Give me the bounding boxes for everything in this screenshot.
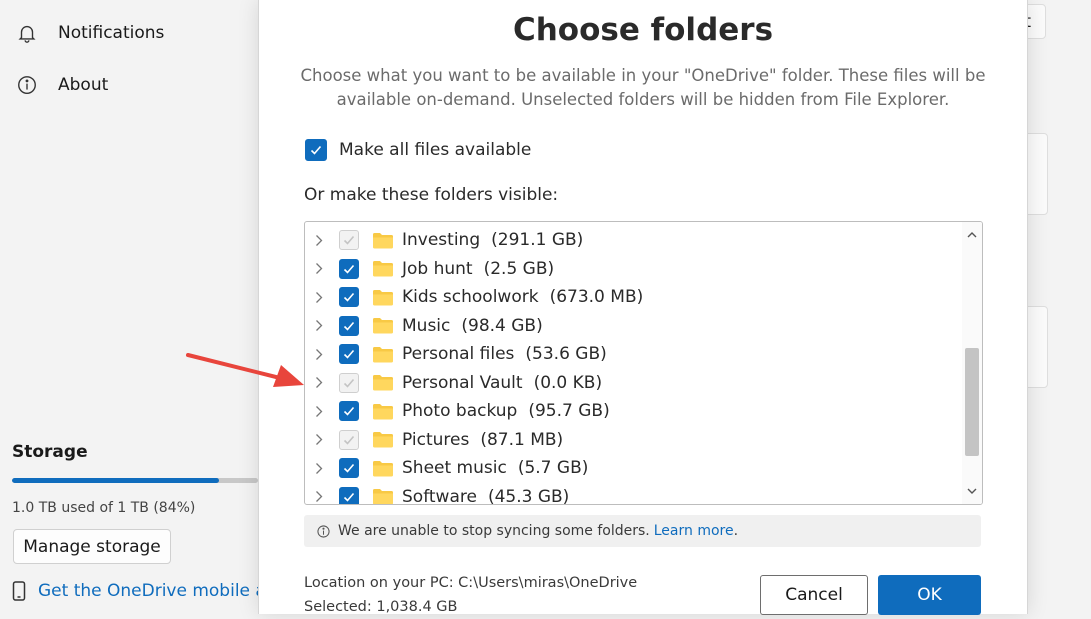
chevron-right-icon[interactable]	[311, 234, 327, 247]
folder-list[interactable]: Investing (291.1 GB) Job hunt (2.5 GB) Kids …	[304, 221, 983, 505]
storage-heading: Storage	[12, 442, 88, 462]
folder-size: (45.3 GB)	[487, 486, 570, 505]
make-all-files-available-label: Make all files available	[339, 140, 532, 160]
annotation-arrow-icon	[186, 353, 304, 387]
folder-name: Investing	[402, 230, 481, 251]
location-info: Location on your PC: C:\Users\miras\OneD…	[304, 571, 637, 619]
folder-row[interactable]: Personal files (53.6 GB)	[305, 340, 962, 369]
bell-icon	[18, 25, 36, 43]
storage-progress-bar	[12, 478, 258, 483]
sidebar-item-about[interactable]: About	[16, 74, 108, 96]
folder-row[interactable]: Software (45.3 GB)	[305, 483, 962, 505]
folders-visible-label: Or make these folders visible:	[304, 185, 559, 205]
sync-info-bar: We are unable to stop syncing some folde…	[304, 515, 981, 547]
folder-name: Job hunt	[402, 258, 473, 279]
phone-icon	[12, 581, 26, 601]
sidebar-item-label: About	[58, 75, 109, 95]
get-mobile-app-link[interactable]: Get the OneDrive mobile ap	[12, 581, 258, 601]
scroll-up-arrow-icon[interactable]	[962, 226, 982, 244]
choose-folders-dialog: Choose folders Choose what you want to b…	[258, 0, 1028, 615]
folder-icon	[372, 317, 394, 334]
chevron-right-icon[interactable]	[311, 462, 327, 475]
sync-info-text: We are unable to stop syncing some folde…	[338, 523, 650, 539]
folder-row[interactable]: Music (98.4 GB)	[305, 312, 962, 341]
folder-name: Software	[402, 486, 477, 505]
checkbox-disabled-icon	[339, 429, 359, 450]
selected-size-text: Selected: 1,038.4 GB	[304, 599, 458, 615]
folder-icon	[372, 232, 394, 249]
folder-size: (0.0 KB)	[533, 372, 603, 393]
scroll-down-arrow-icon[interactable]	[962, 482, 982, 500]
folder-name: Sheet music	[402, 458, 507, 479]
folder-name: Photo backup	[402, 401, 518, 422]
make-all-files-available-checkbox[interactable]: Make all files available	[305, 139, 531, 161]
sidebar-item-notifications[interactable]: Notifications	[16, 22, 164, 44]
checkbox-checked-icon[interactable]	[339, 458, 359, 479]
folder-row[interactable]: Investing (291.1 GB)	[305, 226, 962, 255]
checkbox-checked-icon[interactable]	[339, 486, 359, 504]
cancel-button[interactable]: Cancel	[760, 575, 868, 615]
checkbox-disabled-icon	[339, 230, 359, 251]
storage-progress-fill	[12, 478, 219, 483]
learn-more-link[interactable]: Learn more	[654, 523, 734, 539]
folder-row[interactable]: Job hunt (2.5 GB)	[305, 255, 962, 284]
chevron-right-icon[interactable]	[311, 405, 327, 418]
checkbox-checked-icon[interactable]	[339, 258, 359, 279]
chevron-right-icon[interactable]	[311, 433, 327, 446]
chevron-right-icon[interactable]	[311, 319, 327, 332]
folder-icon	[372, 289, 394, 306]
folder-icon	[372, 403, 394, 420]
checkbox-checked-icon[interactable]	[339, 401, 359, 422]
checkbox-checked-icon[interactable]	[305, 139, 327, 161]
chevron-right-icon[interactable]	[311, 291, 327, 304]
folder-row[interactable]: Pictures (87.1 MB)	[305, 426, 962, 455]
dialog-title: Choose folders	[512, 12, 774, 48]
folder-name: Kids schoolwork	[402, 287, 539, 308]
info-circle-icon	[317, 524, 330, 538]
info-period: .	[733, 523, 739, 539]
folder-size: (291.1 GB)	[491, 230, 584, 251]
storage-usage-text: 1.0 TB used of 1 TB (84%)	[12, 500, 196, 516]
scrollbar[interactable]	[962, 222, 982, 504]
checkbox-checked-icon[interactable]	[339, 287, 359, 308]
chevron-right-icon[interactable]	[311, 348, 327, 361]
checkbox-disabled-icon	[339, 372, 359, 393]
folder-size: (87.1 MB)	[480, 429, 564, 450]
folder-icon	[372, 374, 394, 391]
folder-name: Music	[402, 315, 451, 336]
chevron-right-icon[interactable]	[311, 490, 327, 503]
folder-size: (53.6 GB)	[525, 344, 607, 365]
info-icon	[18, 76, 36, 94]
folder-icon	[372, 460, 394, 477]
chevron-right-icon[interactable]	[311, 262, 327, 275]
folder-size: (95.7 GB)	[528, 401, 610, 422]
folder-rows: Investing (291.1 GB) Job hunt (2.5 GB) Kids …	[305, 226, 962, 505]
folder-icon	[372, 431, 394, 448]
folder-name: Personal files	[402, 344, 515, 365]
checkbox-checked-icon[interactable]	[339, 344, 359, 365]
checkbox-checked-icon[interactable]	[339, 315, 359, 336]
get-mobile-app-label: Get the OneDrive mobile ap	[38, 581, 258, 601]
folder-size: (98.4 GB)	[461, 315, 543, 336]
folder-row[interactable]: Personal Vault (0.0 KB)	[305, 369, 962, 398]
manage-storage-button[interactable]: Manage storage	[13, 529, 171, 564]
folder-size: (2.5 GB)	[483, 258, 555, 279]
folder-row[interactable]: Sheet music (5.7 GB)	[305, 454, 962, 483]
location-path-text: Location on your PC: C:\Users\miras\OneD…	[304, 575, 638, 591]
ok-button[interactable]: OK	[878, 575, 981, 615]
folder-size: (5.7 GB)	[517, 458, 589, 479]
chevron-right-icon[interactable]	[311, 376, 327, 389]
folder-icon	[372, 260, 394, 277]
folder-icon	[372, 488, 394, 504]
folder-name: Pictures	[402, 429, 470, 450]
dialog-description: Choose what you want to be available in …	[300, 66, 986, 109]
folder-icon	[372, 346, 394, 363]
folder-name: Personal Vault	[402, 372, 523, 393]
scrollbar-thumb[interactable]	[965, 348, 979, 456]
sidebar-item-label: Notifications	[58, 23, 165, 43]
folder-size: (673.0 MB)	[549, 287, 644, 308]
folder-row[interactable]: Kids schoolwork (673.0 MB)	[305, 283, 962, 312]
folder-row[interactable]: Photo backup (95.7 GB)	[305, 397, 962, 426]
